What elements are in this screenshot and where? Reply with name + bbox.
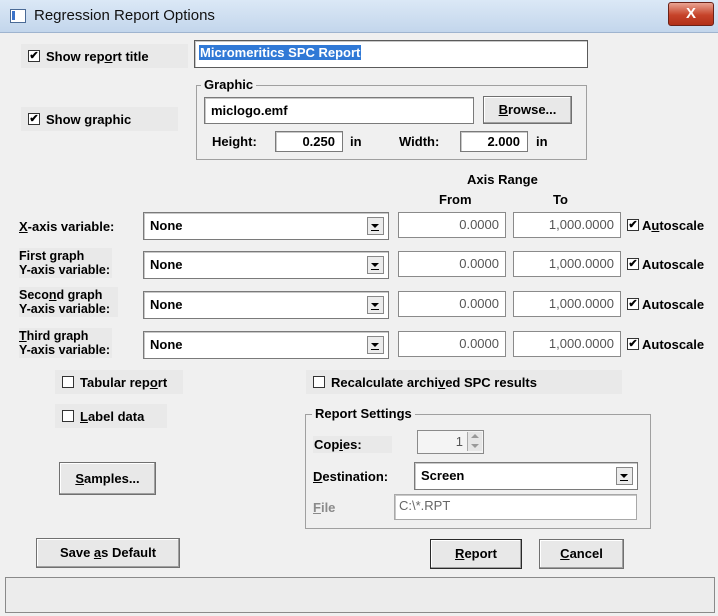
title-bar[interactable]: Regression Report Options X — [0, 0, 718, 33]
width-input[interactable]: 2.000 — [460, 131, 528, 152]
third-graph-from-input[interactable]: 0.0000 — [398, 331, 506, 357]
report-title-input[interactable]: Micromeritics SPC Report — [194, 40, 588, 68]
second-graph-autoscale-check[interactable]: ✔ — [627, 298, 639, 310]
tabular-report-check[interactable] — [62, 376, 74, 388]
arrow-down-icon[interactable] — [471, 444, 479, 448]
destination-label: Destination: — [313, 469, 389, 484]
first-graph-to-input[interactable]: 1,000.0000 — [513, 251, 621, 277]
show-graphic-checkbox[interactable]: ✔ Show graphic — [21, 107, 178, 131]
graphic-file-input[interactable]: miclogo.emf — [204, 97, 474, 124]
chevron-down-icon[interactable] — [367, 336, 384, 354]
first-graph-from-input[interactable]: 0.0000 — [398, 251, 506, 277]
third-graph-autoscale-label[interactable]: Autoscale — [642, 337, 704, 352]
chevron-down-icon[interactable] — [367, 217, 384, 235]
show-graphic-label: Show graphic — [46, 111, 132, 127]
x-axis-autoscale-label[interactable]: Autoscale — [642, 218, 704, 233]
show-report-title-label: Show report title — [46, 48, 149, 64]
tabular-report-label: Tabular report — [80, 374, 168, 390]
chevron-down-icon[interactable] — [616, 467, 633, 485]
report-button[interactable]: Report — [430, 539, 522, 569]
width-unit: in — [536, 134, 548, 149]
third-graph-to-input[interactable]: 1,000.0000 — [513, 331, 621, 357]
chevron-down-icon[interactable] — [367, 256, 384, 274]
x-axis-variable-select[interactable]: None — [143, 212, 389, 240]
report-title-value: Micromeritics SPC Report — [199, 45, 362, 60]
label-data-checkbox[interactable]: Label data — [55, 404, 167, 428]
second-graph-from-input[interactable]: 0.0000 — [398, 291, 506, 317]
dialog-window: Regression Report Options X ✔ Show repor… — [0, 0, 718, 616]
recalculate-archived-label: Recalculate archived SPC results — [331, 374, 537, 390]
x-axis-autoscale-check[interactable]: ✔ — [627, 219, 639, 231]
status-bar — [5, 577, 715, 613]
close-button[interactable]: X — [668, 2, 714, 26]
file-input[interactable]: C:\*.RPT — [394, 494, 637, 520]
x-axis-to-input[interactable]: 1,000.0000 — [513, 212, 621, 238]
first-graph-autoscale-check[interactable]: ✔ — [627, 258, 639, 270]
axis-range-heading: Axis Range — [467, 172, 538, 187]
browse-button[interactable]: Browse... — [483, 96, 572, 124]
label-data-check[interactable] — [62, 410, 74, 422]
copies-label: Copies: — [313, 436, 392, 453]
second-graph-y-variable-label: Second graph Y-axis variable: — [19, 287, 119, 317]
first-graph-y-variable-select[interactable]: None — [143, 251, 389, 279]
destination-select[interactable]: Screen — [414, 462, 638, 490]
first-graph-y-variable-label: First graph Y-axis variable: — [19, 248, 113, 278]
show-graphic-check[interactable]: ✔ — [28, 113, 40, 125]
cancel-button[interactable]: Cancel — [539, 539, 624, 569]
label-data-label: Label data — [80, 408, 145, 424]
graphic-file-value: miclogo.emf — [211, 103, 288, 118]
window-title: Regression Report Options — [34, 7, 215, 24]
height-unit: in — [350, 134, 362, 149]
chevron-down-icon[interactable] — [367, 296, 384, 314]
to-heading: To — [553, 192, 568, 207]
recalculate-archived-check[interactable] — [313, 376, 325, 388]
third-graph-y-variable-label: Third graph Y-axis variable: — [19, 328, 113, 358]
third-graph-autoscale-check[interactable]: ✔ — [627, 338, 639, 350]
height-input[interactable]: 0.250 — [275, 131, 343, 152]
width-label: Width: — [399, 134, 440, 149]
arrow-up-icon[interactable] — [471, 434, 479, 438]
recalculate-archived-checkbox[interactable]: Recalculate archived SPC results — [306, 370, 622, 394]
x-axis-variable-label: X-axis variable: — [19, 219, 115, 234]
tabular-report-checkbox[interactable]: Tabular report — [55, 370, 183, 394]
second-graph-to-input[interactable]: 1,000.0000 — [513, 291, 621, 317]
second-graph-autoscale-label[interactable]: Autoscale — [642, 297, 704, 312]
file-label: File — [313, 500, 336, 515]
first-graph-autoscale-label[interactable]: Autoscale — [642, 257, 704, 272]
graphic-group-title: Graphic — [201, 77, 257, 92]
show-report-title-check[interactable]: ✔ — [28, 50, 40, 62]
from-heading: From — [439, 192, 472, 207]
third-graph-y-variable-select[interactable]: None — [143, 331, 389, 359]
save-as-default-button[interactable]: Save as Default — [36, 538, 180, 568]
show-report-title-checkbox[interactable]: ✔ Show report title — [21, 44, 188, 68]
samples-button[interactable]: Samples... — [59, 462, 156, 495]
spinner-arrows[interactable] — [467, 432, 482, 451]
x-axis-from-input[interactable]: 0.0000 — [398, 212, 506, 238]
second-graph-y-variable-select[interactable]: None — [143, 291, 389, 319]
height-label: Height: — [212, 134, 257, 149]
copies-spinner[interactable]: 1 — [417, 430, 484, 454]
report-settings-title: Report Settings — [312, 406, 415, 421]
app-icon — [10, 9, 26, 23]
